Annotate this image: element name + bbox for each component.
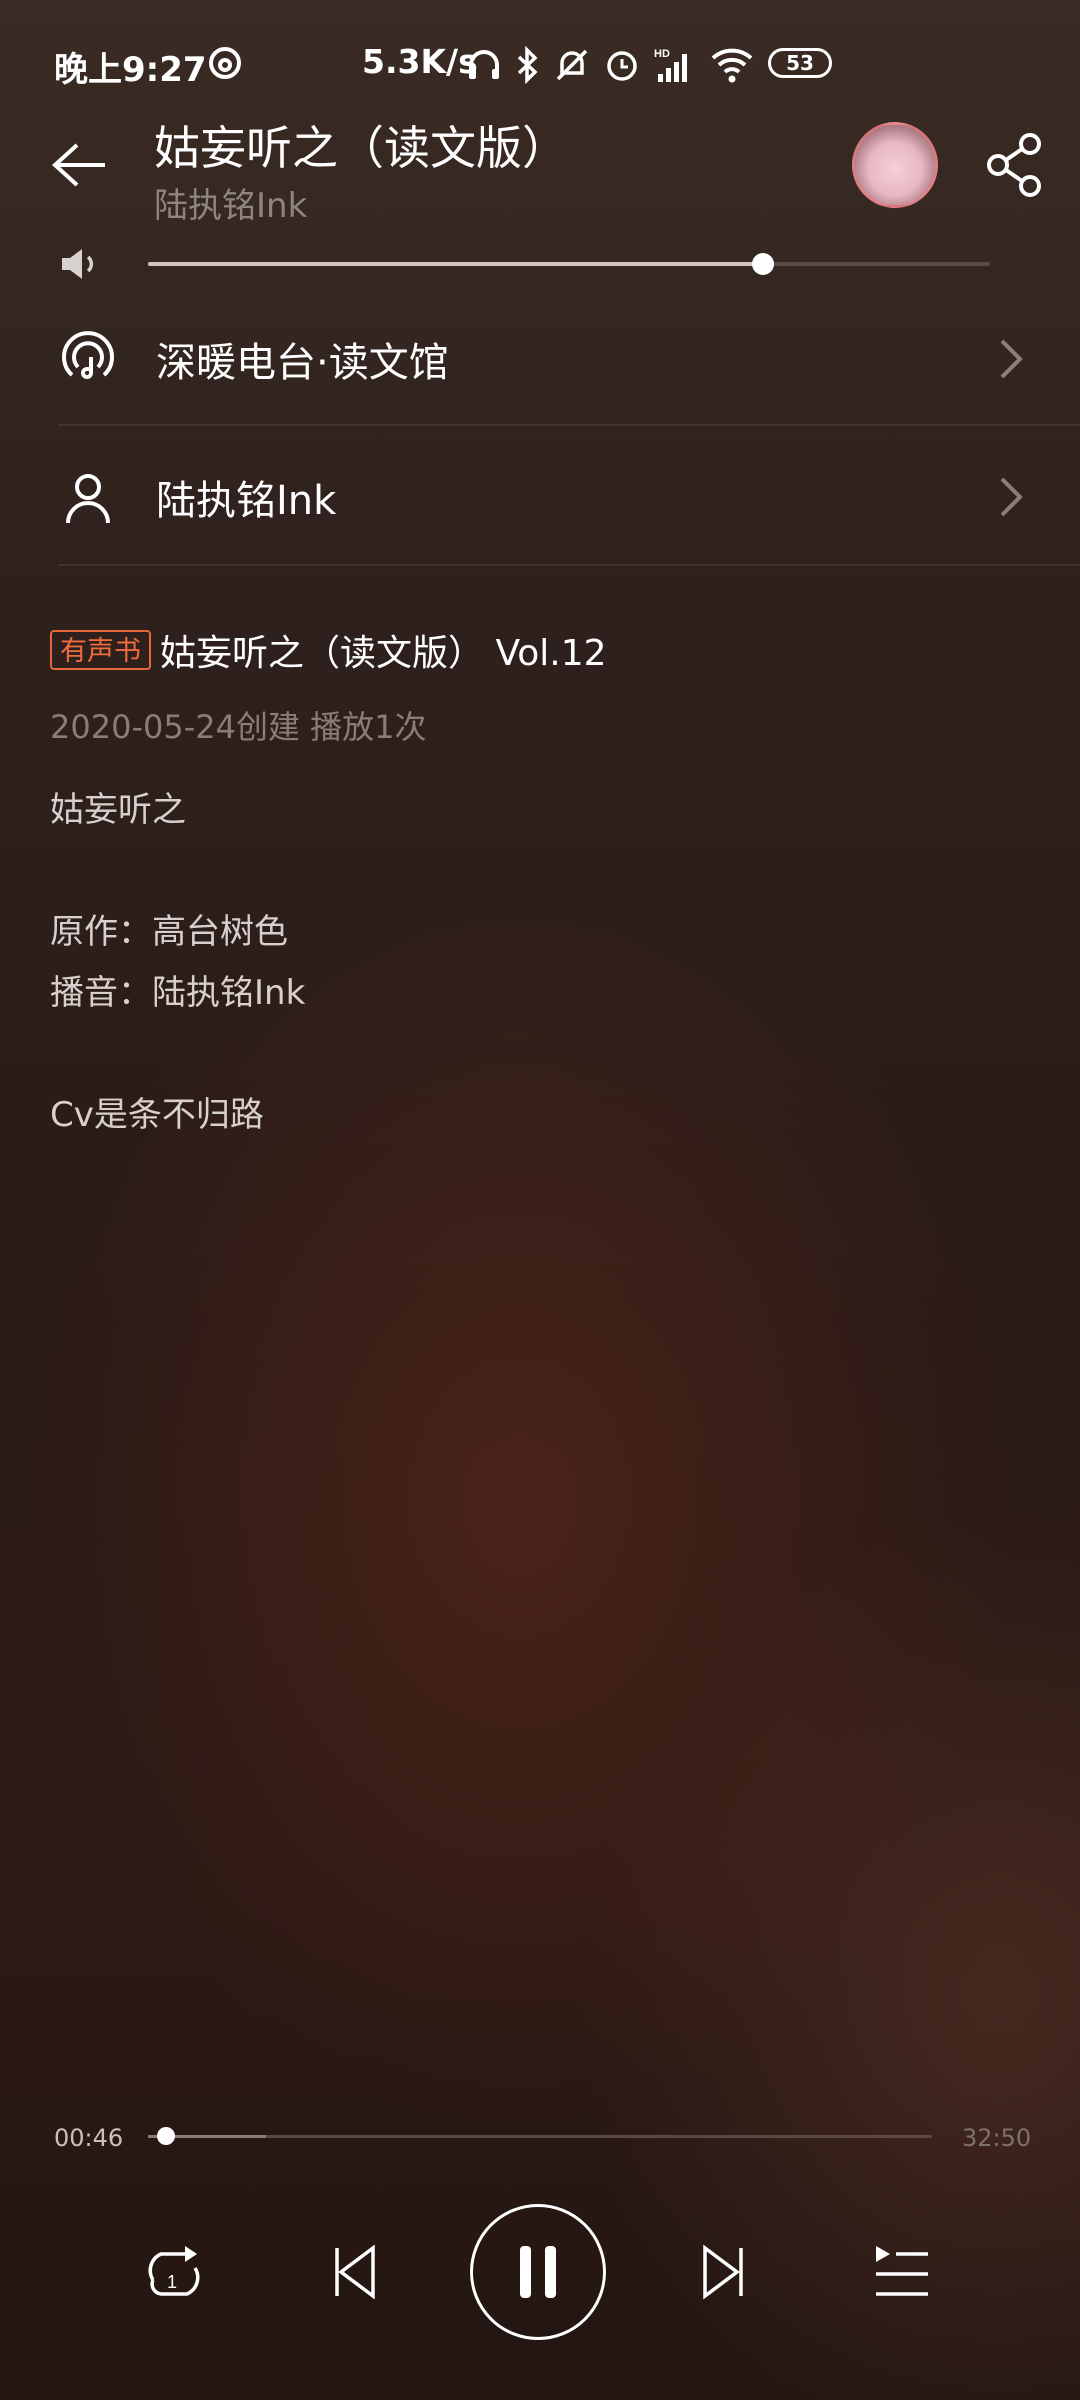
divider — [58, 424, 1080, 426]
chevron-right-icon — [1000, 339, 1023, 379]
bluetooth-icon — [517, 46, 538, 84]
mute-bell-icon — [556, 49, 588, 81]
previous-button[interactable] — [314, 2232, 394, 2312]
radio-channel-label: 深暖电台·读文馆 — [156, 340, 449, 386]
share-icon — [987, 133, 1041, 197]
previous-icon — [335, 2244, 375, 2300]
battery-level: 53 — [786, 51, 814, 75]
audiobook-tag: 有声书 — [50, 630, 151, 670]
total-time: 32:50 — [962, 2124, 1032, 2152]
description-line: 播音：陆执铭Ink — [50, 973, 306, 1013]
back-arrow-icon — [52, 143, 105, 187]
status-time: 晚上9:27 — [54, 50, 207, 90]
description-line: Cv是条不归路 — [50, 1095, 264, 1135]
podcast-icon — [62, 331, 114, 379]
avatar[interactable] — [852, 122, 938, 208]
network-speed: 5.3K/s — [362, 42, 478, 81]
status-icons: HD — [466, 40, 754, 90]
playlist-icon — [876, 2246, 928, 2296]
pause-button[interactable] — [470, 2204, 606, 2340]
volume-slider-fill — [148, 262, 763, 266]
share-button[interactable] — [980, 130, 1050, 200]
hd-signal-icon: HD — [654, 48, 687, 82]
divider — [58, 564, 1080, 566]
page-title: 姑妄听之（读文版） — [154, 121, 568, 175]
netease-music-icon — [209, 47, 241, 79]
repeat-mode-button[interactable]: 1 — [134, 2232, 214, 2312]
next-button[interactable] — [684, 2232, 764, 2312]
progress-thumb[interactable] — [157, 2127, 175, 2145]
back-button[interactable] — [44, 130, 114, 200]
wifi-icon — [711, 48, 753, 83]
headphone-icon — [469, 50, 499, 79]
user-icon — [66, 474, 110, 524]
volume-icon[interactable] — [58, 246, 102, 282]
alarm-icon — [607, 51, 637, 81]
next-icon — [703, 2244, 743, 2300]
svg-text:HD: HD — [654, 48, 670, 60]
chevron-right-icon — [1000, 477, 1023, 517]
description-line: 姑妄听之 — [50, 790, 186, 830]
elapsed-time: 00:46 — [54, 2124, 124, 2152]
author-row[interactable]: 陆执铭Ink — [58, 428, 1080, 566]
episode-meta: 2020-05-24创建 播放1次 — [50, 708, 427, 746]
episode-title: 姑妄听之（读文版） Vol.12 — [160, 633, 607, 674]
page-subtitle: 陆执铭Ink — [154, 186, 308, 226]
pause-icon — [520, 2246, 556, 2298]
volume-slider-thumb[interactable] — [752, 253, 774, 275]
description-line: 原作：高台树色 — [50, 912, 288, 952]
repeat-one-icon: 1 — [148, 2246, 200, 2296]
svg-text:1: 1 — [167, 2272, 177, 2292]
playlist-button[interactable] — [862, 2232, 942, 2312]
radio-channel-row[interactable]: 深暖电台·读文馆 — [58, 290, 1080, 428]
author-label: 陆执铭Ink — [156, 478, 337, 524]
battery-icon: 53 — [768, 48, 832, 78]
status-bar: 晚上9:27 5.3K/s HD 53 — [0, 0, 1080, 130]
